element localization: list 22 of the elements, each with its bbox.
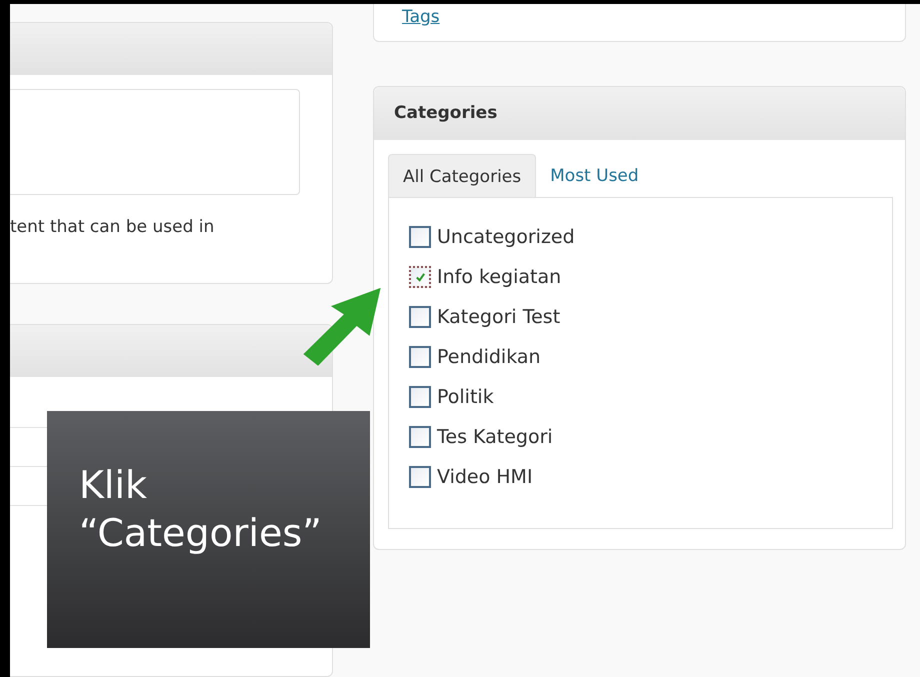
checkbox[interactable] [409, 266, 431, 288]
category-tab[interactable]: Most Used [536, 154, 653, 197]
category-label: Video HMI [437, 466, 533, 488]
checkbox[interactable] [409, 306, 431, 328]
category-tab[interactable]: All Categories [388, 154, 536, 197]
checkbox[interactable] [409, 426, 431, 448]
category-label: Politik [437, 386, 494, 408]
callout-text: “Categories” [79, 510, 322, 557]
tags-link[interactable]: Tags [402, 7, 440, 27]
category-label: Kategori Test [437, 306, 560, 328]
checkbox[interactable] [409, 226, 431, 248]
category-label: Tes Kategori [437, 426, 553, 448]
checkbox[interactable] [409, 346, 431, 368]
checkbox[interactable] [409, 466, 431, 488]
description-text: tent that can be used in [10, 217, 216, 237]
category-label: Info kegiatan [437, 266, 562, 288]
check-icon [414, 272, 426, 282]
checkbox[interactable] [409, 386, 431, 408]
category-label: Pendidikan [437, 346, 541, 368]
panel-title: Categories [374, 87, 905, 140]
callout-text: Klik [79, 462, 148, 509]
category-label: Uncategorized [437, 226, 575, 248]
